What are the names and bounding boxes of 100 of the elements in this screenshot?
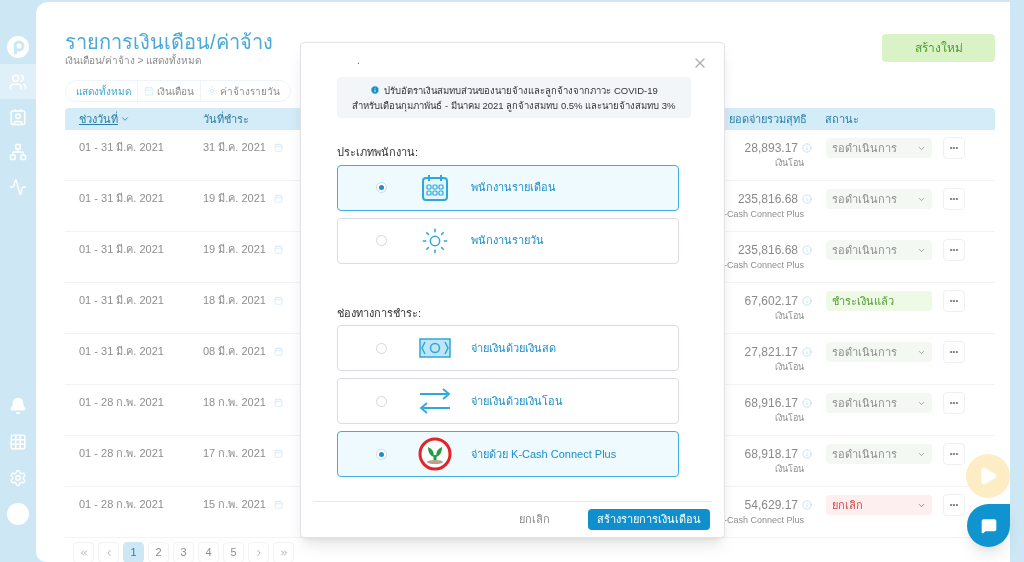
grid-icon[interactable] [9, 433, 27, 451]
period-cell-text: 01 - 31 มี.ค. 2021 [79, 140, 165, 155]
option-card[interactable]: พนักงานรายเดือน [337, 164, 679, 211]
page-button[interactable]: 2 [148, 542, 169, 562]
info-icon [802, 347, 812, 357]
period-cell-text: 01 - 31 มี.ค. 2021 [79, 191, 165, 206]
more-button[interactable]: ••• [943, 188, 965, 210]
id-card-icon[interactable] [9, 107, 27, 126]
status-select[interactable]: รอดำเนินการ [826, 240, 932, 260]
avatar-icon[interactable] [7, 503, 29, 525]
banknote-icon [419, 338, 451, 358]
period-cell-text: 01 - 28 ก.พ. 2021 [79, 446, 165, 461]
sun-icon [421, 226, 449, 255]
pay-date-cell-text: 19 มี.ค. 2021 [203, 191, 266, 206]
calendar-icon [273, 397, 283, 407]
method-text: เงินโอน [775, 412, 805, 425]
sun-icon [207, 86, 217, 96]
option-card[interactable]: พนักงานรายวัน [337, 217, 679, 264]
method-text: เงินโอน [775, 361, 805, 374]
info-icon [370, 85, 381, 95]
more-button[interactable]: ••• [943, 137, 965, 159]
page-button[interactable] [273, 542, 294, 562]
calendar-icon [144, 86, 154, 96]
option-label: พนักงานรายเดือน [471, 180, 556, 196]
status-select[interactable]: รอดำเนินการ [826, 393, 932, 413]
pulse-icon[interactable] [9, 177, 27, 196]
people-icon[interactable] [9, 72, 27, 91]
more-button[interactable]: ••• [943, 290, 965, 312]
pay-date-cell-text: 17 ก.พ. 2021 [203, 446, 266, 461]
filter-tab[interactable]: แสดงทั้งหมด [70, 81, 137, 101]
notice-text: สำหรับเดือนกุมภาพันธ์ - มีนาคม 2021 ลูกจ้างสมทบ 0.5% และนายจ้างสมทบ 3% [352, 98, 676, 113]
page-button[interactable] [73, 542, 94, 562]
top-mark: . [357, 55, 361, 67]
calendar-icon [421, 173, 449, 202]
filter-tab[interactable]: เงินเดือน [137, 81, 200, 101]
confirm-button[interactable]: สร้างรายการเงินเดือน [588, 509, 710, 530]
status-select[interactable]: รอดำเนินการ [826, 342, 932, 362]
status-select[interactable]: รอดำเนินการ [826, 189, 932, 209]
status-select[interactable]: รอดำเนินการ [826, 138, 932, 158]
option-card[interactable]: จ่ายเงินด้วยเงินสด [337, 325, 679, 371]
info-icon [802, 398, 812, 408]
option-label: จ่ายด้วย K-Cash Connect Plus [471, 446, 617, 462]
column-header: สถานะ [825, 111, 860, 127]
status-select[interactable]: รอดำเนินการ [826, 444, 932, 464]
page-button[interactable]: 1 [123, 542, 144, 562]
more-button[interactable]: ••• [943, 239, 965, 261]
method-text: เงินโอน [775, 310, 805, 323]
info-icon [802, 296, 812, 306]
page-button[interactable]: 5 [223, 542, 244, 562]
breadcrumb: เงินเดือน/ค่าจ้าง > แสดงทั้งหมด [65, 54, 203, 68]
status-select[interactable]: ยกเลิก [826, 495, 932, 515]
more-button[interactable]: ••• [943, 494, 965, 516]
column-header: ยอดจ่ายรวมสุทธิ [729, 111, 808, 128]
calendar-icon [273, 142, 283, 152]
page-button[interactable] [98, 542, 119, 562]
option-card[interactable]: จ่ายเงินด้วยเงินโอน [337, 378, 679, 424]
method-text: -Cash Connect Plus [723, 514, 805, 527]
option-label: จ่ายเงินด้วยเงินโอน [471, 393, 563, 409]
transfer-arrows-icon [419, 388, 451, 414]
amount-cell-text: 68,918.17 [744, 446, 798, 463]
section-label: ประเภทพนักงาน: [337, 145, 420, 160]
amount-cell-text: 67,602.17 [744, 293, 798, 310]
page-button[interactable] [248, 542, 269, 562]
amount-cell-text: 54,629.17 [744, 497, 798, 514]
filter-tab[interactable]: ค่าจ้างรายวัน [200, 81, 286, 101]
settings-icon[interactable] [9, 469, 27, 487]
info-icon [802, 194, 812, 204]
more-button[interactable]: ••• [943, 443, 965, 465]
more-button[interactable]: ••• [943, 392, 965, 414]
method-text: เงินโอน [775, 157, 805, 170]
status-select[interactable]: ชำระเงินแล้ว [826, 291, 932, 311]
period-cell-text: 01 - 28 ก.พ. 2021 [79, 497, 165, 512]
radio-button[interactable] [376, 448, 387, 460]
create-new-button[interactable]: สร้างใหม่ [882, 34, 995, 62]
leaf-logo-icon [418, 437, 452, 471]
column-header: วันที่ชำระ [203, 110, 250, 127]
method-text: เงินโอน [775, 463, 805, 476]
sidebar-item[interactable] [0, 64, 36, 99]
org-chart-icon[interactable] [9, 142, 27, 161]
last-page-icon [278, 547, 289, 558]
page-button[interactable]: 3 [173, 542, 194, 562]
calendar-icon [273, 346, 283, 356]
option-card[interactable]: จ่ายด้วย K-Cash Connect Plus [337, 431, 679, 477]
more-button[interactable]: ••• [943, 341, 965, 363]
amount-cell-text: 28,893.17 [744, 140, 798, 157]
info-icon [802, 500, 812, 510]
radio-button[interactable] [376, 182, 387, 193]
sort-header[interactable]: ช่วงวันที่ [79, 110, 203, 128]
pay-date-cell-text: 19 มี.ค. 2021 [203, 242, 266, 257]
calendar-icon [273, 193, 283, 203]
method-text: -Cash Connect Plus [723, 208, 805, 221]
amount-cell-text: 27,821.17 [744, 344, 798, 361]
amount-cell-text: 235,816.68 [737, 242, 798, 259]
info-icon [802, 245, 812, 255]
logo-icon [7, 35, 29, 58]
method-text: -Cash Connect Plus [723, 259, 805, 272]
calendar-icon [273, 448, 283, 458]
page-button[interactable]: 4 [198, 542, 219, 562]
cancel-button[interactable]: ยกเลิก [519, 511, 550, 528]
bell-icon[interactable] [9, 397, 27, 415]
